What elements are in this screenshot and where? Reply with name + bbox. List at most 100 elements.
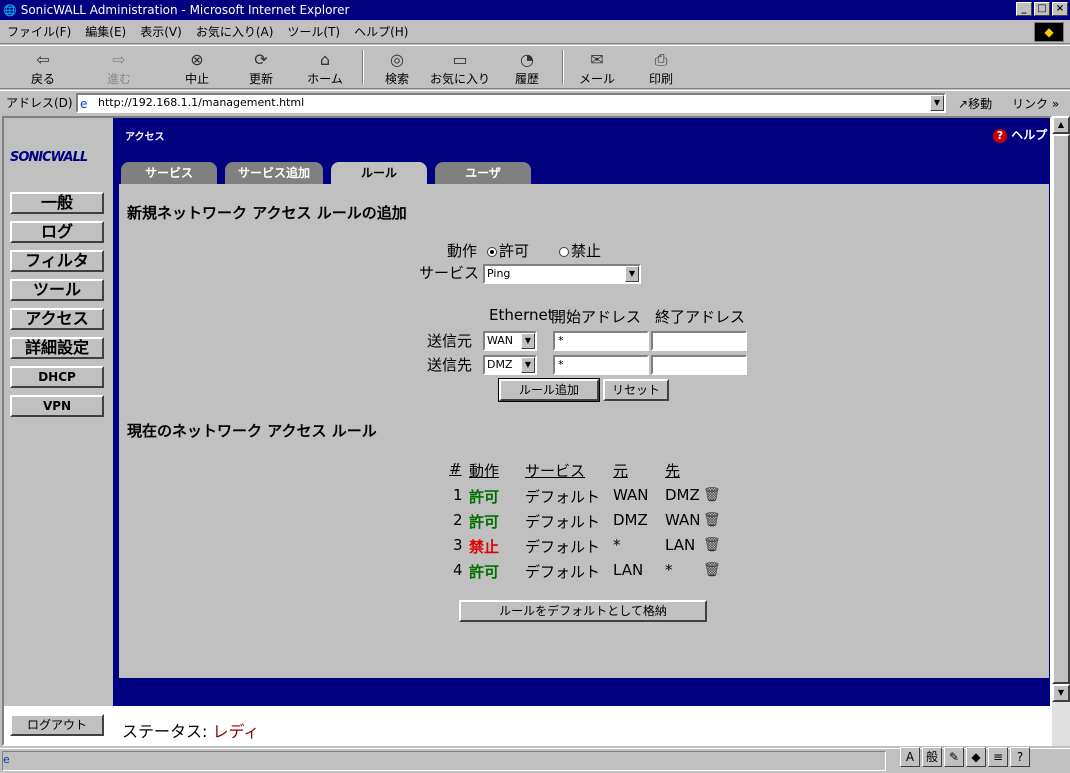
- service-select[interactable]: Ping ▼: [483, 264, 641, 284]
- vertical-scrollbar[interactable]: ▲ ▼: [1052, 116, 1070, 746]
- links-button[interactable]: リンク »: [1012, 95, 1059, 112]
- add-rule-button[interactable]: ルール追加: [498, 378, 600, 402]
- refresh-button[interactable]: ⟳ 更新: [236, 50, 286, 87]
- maximize-button[interactable]: □: [1034, 2, 1050, 16]
- reset-button[interactable]: リセット: [603, 379, 669, 401]
- nav-dhcp[interactable]: DHCP: [10, 366, 104, 388]
- help-link[interactable]: ? ヘルプ: [993, 126, 1047, 143]
- menu-tools[interactable]: ツール(T): [280, 23, 347, 40]
- nav-advanced[interactable]: 詳細設定: [10, 337, 104, 359]
- stop-icon: ⊗: [190, 50, 204, 69]
- ime-tool-icon[interactable]: ✎: [944, 747, 964, 767]
- rules-panel: 新規ネットワーク アクセス ルールの追加 動作 許可 禁止 サービス Ping ▼…: [119, 184, 1049, 678]
- print-button[interactable]: ⎙ 印刷: [636, 50, 686, 87]
- deny-radio[interactable]: 禁止: [555, 240, 601, 261]
- menu-view[interactable]: 表示(V): [133, 23, 189, 40]
- dest-end-input[interactable]: [651, 355, 747, 375]
- source-label: 送信元: [427, 332, 473, 350]
- source-interface-select[interactable]: WAN ▼: [483, 331, 537, 351]
- menu-edit[interactable]: 編集(E): [78, 23, 133, 40]
- trash-icon[interactable]: 🗑: [703, 537, 721, 553]
- favorites-folder-icon: ▭: [452, 50, 468, 69]
- favorites-button[interactable]: ▭ お気に入り: [428, 50, 492, 87]
- nav-log[interactable]: ログ: [10, 221, 104, 243]
- search-icon: ◎: [390, 50, 404, 69]
- mail-icon: ✉: [590, 50, 604, 69]
- rule-service: デフォルト: [525, 538, 601, 556]
- deny-radio-dot: [559, 246, 569, 257]
- rule-from: WAN: [613, 486, 649, 504]
- rule-service: デフォルト: [525, 563, 601, 581]
- menu-favorites[interactable]: お気に入り(A): [189, 23, 281, 40]
- ime-pad-icon[interactable]: ◆: [966, 747, 986, 767]
- tab-users[interactable]: ユーザ: [435, 162, 531, 184]
- page-icon: e: [80, 97, 88, 111]
- trash-icon[interactable]: 🗑: [703, 487, 721, 503]
- dest-start-input[interactable]: *: [553, 355, 649, 375]
- tab-add-service[interactable]: サービス追加: [225, 162, 323, 184]
- trash-icon[interactable]: 🗑: [703, 562, 721, 578]
- rule-from: LAN: [613, 561, 644, 579]
- address-label: アドレス(D): [6, 96, 73, 110]
- rule-num: 1: [453, 486, 463, 504]
- address-dropdown-arrow[interactable]: ▼: [930, 95, 944, 111]
- menu-help[interactable]: ヘルプ(H): [347, 23, 415, 40]
- rule-action[interactable]: 許可: [469, 511, 499, 532]
- menu-file[interactable]: ファイル(F): [0, 23, 78, 40]
- window-title: SonicWALL Administration - Microsoft Int…: [20, 3, 350, 17]
- refresh-icon: ⟳: [254, 50, 268, 69]
- go-arrow-icon: ↗: [958, 97, 969, 111]
- chevron-down-icon: ▼: [521, 357, 535, 373]
- start-address-header: 開始アドレス: [551, 308, 642, 326]
- scroll-thumb[interactable]: [1052, 134, 1070, 684]
- source-start-input[interactable]: *: [553, 331, 649, 351]
- ime-dict-icon[interactable]: ≡: [988, 747, 1008, 767]
- menu-bar: ファイル(F) 編集(E) 表示(V) お気に入り(A) ツール(T) ヘルプ(…: [0, 20, 1070, 44]
- minimize-button[interactable]: _: [1016, 2, 1032, 16]
- save-as-default-button[interactable]: ルールをデフォルトとして格納: [459, 600, 707, 622]
- history-button[interactable]: ◔ 履歴: [502, 50, 552, 87]
- rule-to: LAN: [665, 536, 696, 554]
- nav-tools[interactable]: ツール: [10, 279, 104, 301]
- end-address-header: 終了アドレス: [655, 308, 746, 326]
- help-icon: ?: [993, 129, 1007, 143]
- home-button[interactable]: ⌂ ホーム: [300, 50, 350, 87]
- back-button[interactable]: ⇦ 戻る: [18, 50, 68, 87]
- tab-rules[interactable]: ルール: [331, 162, 427, 186]
- logout-button[interactable]: ログアウト: [10, 714, 104, 736]
- source-end-input[interactable]: [651, 331, 747, 351]
- rules-header-service: サービス: [525, 462, 586, 480]
- rule-num: 3: [453, 536, 463, 554]
- address-input[interactable]: e http://192.168.1.1/management.html ▼: [76, 93, 946, 113]
- ie-throbber-icon: ◆: [1034, 22, 1064, 42]
- service-label: サービス: [419, 264, 480, 282]
- rule-action[interactable]: 許可: [469, 486, 499, 507]
- forward-arrow-icon: ⇨: [112, 50, 126, 69]
- nav-access[interactable]: アクセス: [10, 308, 104, 330]
- rule-action[interactable]: 許可: [469, 561, 499, 582]
- mail-button[interactable]: ✉ メール: [572, 50, 622, 87]
- forward-button[interactable]: ⇨ 進む: [94, 50, 144, 87]
- new-rule-heading: 新規ネットワーク アクセス ルールの追加: [127, 204, 407, 222]
- back-arrow-icon: ⇦: [36, 50, 50, 69]
- chevron-down-icon: ▼: [521, 333, 535, 349]
- go-button[interactable]: ↗移動: [958, 95, 992, 112]
- nav-general[interactable]: 一般: [10, 192, 104, 214]
- rule-action[interactable]: 禁止: [469, 536, 499, 557]
- trash-icon[interactable]: 🗑: [703, 512, 721, 528]
- scroll-down-icon[interactable]: ▼: [1052, 684, 1070, 702]
- allow-radio[interactable]: 許可: [483, 240, 529, 261]
- ime-help-icon[interactable]: ?: [1010, 747, 1030, 767]
- ime-mode-icon[interactable]: 般: [922, 747, 942, 767]
- allow-radio-dot: [487, 246, 497, 257]
- search-button[interactable]: ◎ 検索: [372, 50, 422, 87]
- nav-filter[interactable]: フィルタ: [10, 250, 104, 272]
- ime-a-icon[interactable]: A: [900, 747, 920, 767]
- dest-interface-select[interactable]: DMZ ▼: [483, 355, 537, 375]
- scroll-up-icon[interactable]: ▲: [1052, 116, 1070, 134]
- nav-vpn[interactable]: VPN: [10, 395, 104, 417]
- stop-button[interactable]: ⊗ 中止: [172, 50, 222, 87]
- close-button[interactable]: ×: [1052, 2, 1068, 16]
- rules-header-to: 先: [665, 462, 681, 480]
- tab-services[interactable]: サービス: [121, 162, 217, 184]
